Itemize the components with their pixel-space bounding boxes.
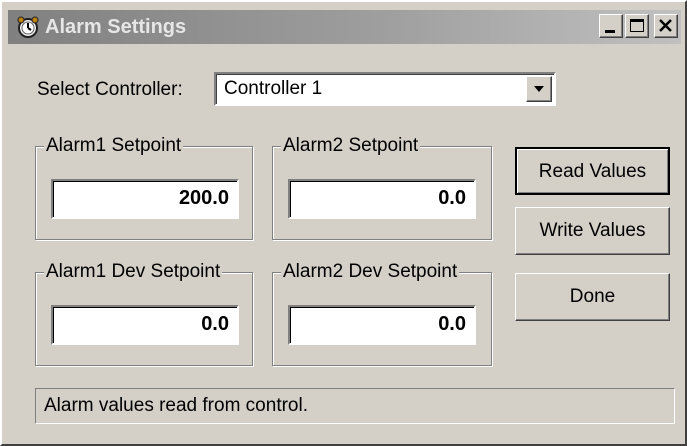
minimize-button[interactable] [599,14,623,38]
status-message: Alarm values read from control. [44,395,308,416]
alarm2-dev-setpoint-group: Alarm2 Dev Setpoint 0.0 [272,261,492,366]
alarm1-dev-setpoint-title: Alarm1 Dev Setpoint [44,261,223,283]
alarm2-setpoint-input[interactable]: 0.0 [288,179,476,219]
alarm2-setpoint-group: Alarm2 Setpoint 0.0 [272,135,492,240]
title-bar[interactable]: Alarm Settings [8,10,681,44]
alarm1-setpoint-group: Alarm1 Setpoint 200.0 [35,135,253,240]
alarm-clock-icon [17,16,39,38]
alarm2-dev-setpoint-title: Alarm2 Dev Setpoint [281,261,460,283]
alarm1-setpoint-title: Alarm1 Setpoint [44,135,184,157]
alarm2-dev-setpoint-input[interactable]: 0.0 [288,305,476,345]
controller-select-value: Controller 1 [224,78,323,99]
read-values-button[interactable]: Read Values [515,147,670,195]
alarm-settings-window: Alarm Settings Select Controller: Contro… [0,0,687,446]
maximize-button[interactable] [625,14,649,38]
alarm1-dev-setpoint-group: Alarm1 Dev Setpoint 0.0 [35,261,253,366]
alarm1-dev-setpoint-input[interactable]: 0.0 [51,305,239,345]
controller-select[interactable]: Controller 1 [214,72,556,106]
select-controller-label: Select Controller: [37,79,183,100]
write-values-button[interactable]: Write Values [515,207,670,255]
minimize-icon [605,30,615,33]
chevron-down-icon [534,86,544,92]
alarm2-setpoint-title: Alarm2 Setpoint [281,135,421,157]
alarm1-setpoint-input[interactable]: 200.0 [51,179,239,219]
close-button[interactable] [654,14,678,38]
done-button[interactable]: Done [515,273,670,321]
status-bar: Alarm values read from control. [35,388,675,424]
controller-dropdown-button[interactable] [526,76,552,102]
close-icon [659,19,672,32]
maximize-icon [630,19,644,32]
window-title: Alarm Settings [45,16,187,38]
